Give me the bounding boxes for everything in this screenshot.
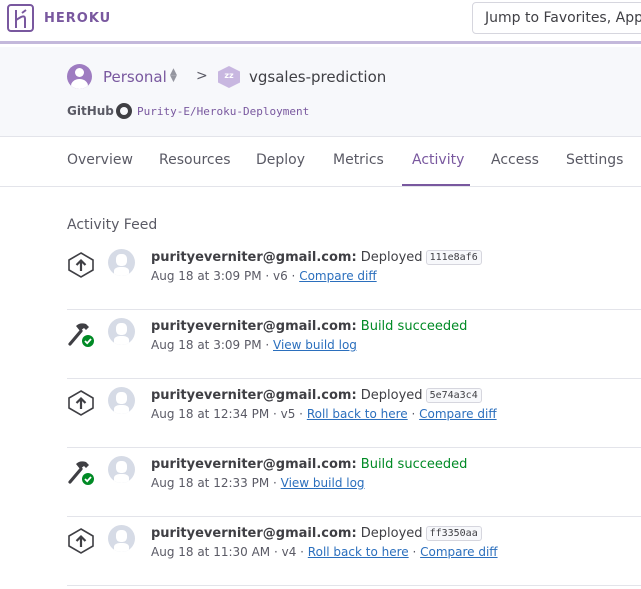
- activity-action: Deployed: [356, 388, 423, 403]
- account-avatar-icon: [67, 64, 92, 89]
- commit-hash[interactable]: ff3350aa: [425, 526, 482, 541]
- user-avatar-icon: [108, 525, 135, 552]
- activity-summary: purityeverniter@gmail.com: Deployed 111e8…: [151, 250, 482, 265]
- view-build-log-link[interactable]: View build log: [273, 338, 357, 352]
- app-tabs: Overview Resources Deploy Metrics Activi…: [0, 138, 641, 187]
- tab-metrics[interactable]: Metrics: [333, 152, 384, 168]
- roll-back-to-here-link[interactable]: Roll back to here: [307, 407, 408, 421]
- user-email: purityeverniter@gmail.com:: [151, 526, 357, 541]
- tab-overview[interactable]: Overview: [67, 152, 133, 168]
- user-email: purityeverniter@gmail.com:: [151, 319, 357, 334]
- activity-action: Deployed: [356, 250, 423, 265]
- meta-separator: ·: [408, 545, 421, 559]
- deploy-icon: [67, 389, 95, 417]
- activity-row: purityeverniter@gmail.com: Build succeed…: [67, 310, 641, 379]
- activity-action: Build succeeded: [356, 457, 468, 472]
- top-bar: HEROKU Jump to Favorites, Apps: [0, 0, 641, 44]
- activity-row: purityeverniter@gmail.com: Build succeed…: [67, 448, 641, 517]
- chevron-updown-icon[interactable]: ▲ ▼: [170, 68, 180, 84]
- activity-timestamp: Aug 18 at 12:34 PM · v5 ·: [151, 407, 307, 421]
- activity-row: purityeverniter@gmail.com: Deployed 111e8…: [67, 241, 641, 310]
- activity-timestamp: Aug 18 at 11:30 AM · v4 ·: [151, 545, 308, 559]
- compare-diff-link[interactable]: Compare diff: [420, 545, 497, 559]
- activity-feed-title: Activity Feed: [67, 217, 158, 233]
- commit-hash[interactable]: 5e74a3c4: [425, 388, 482, 403]
- app-name[interactable]: vgsales-prediction: [249, 68, 386, 86]
- activity-summary: purityeverniter@gmail.com: Build succeed…: [151, 457, 467, 472]
- activity-row: purityeverniter@gmail.com: Deployed 5e74a…: [67, 379, 641, 448]
- user-avatar-icon: [108, 456, 135, 483]
- user-email: purityeverniter@gmail.com:: [151, 250, 357, 265]
- app-header: Personal ▲ ▼ > zz vgsales-prediction GitH…: [0, 47, 641, 137]
- activity-meta: Aug 18 at 11:30 AM · v4 · Roll back to h…: [151, 545, 498, 559]
- activity-meta: Aug 18 at 12:34 PM · v5 · Roll back to h…: [151, 407, 497, 421]
- roll-back-to-here-link[interactable]: Roll back to here: [308, 545, 409, 559]
- activity-summary: purityeverniter@gmail.com: Deployed ff335…: [151, 526, 482, 541]
- meta-separator: ·: [407, 407, 420, 421]
- user-email: purityeverniter@gmail.com:: [151, 457, 357, 472]
- github-label: GitHub: [67, 104, 114, 118]
- tab-activity[interactable]: Activity: [412, 152, 464, 168]
- app-sleeping-icon: zz: [218, 66, 240, 88]
- commit-hash[interactable]: 111e8af6: [425, 250, 482, 265]
- deploy-icon: [67, 527, 95, 555]
- brand-name[interactable]: HEROKU: [44, 11, 111, 26]
- activity-action: Deployed: [356, 526, 423, 541]
- user-avatar-icon: [108, 387, 135, 414]
- jump-search-input[interactable]: Jump to Favorites, Apps: [472, 2, 641, 34]
- activity-summary: purityeverniter@gmail.com: Deployed 5e74a…: [151, 388, 482, 403]
- tab-access[interactable]: Access: [491, 152, 539, 168]
- build-success-icon: [67, 320, 95, 348]
- activity-meta: Aug 18 at 12:33 PM · View build log: [151, 476, 365, 490]
- active-tab-indicator: [402, 184, 470, 186]
- github-repo-link[interactable]: Purity-E/Heroku-Deployment: [137, 105, 309, 118]
- activity-summary: purityeverniter@gmail.com: Build succeed…: [151, 319, 467, 334]
- github-icon: [116, 103, 132, 119]
- tab-settings[interactable]: Settings: [566, 152, 623, 168]
- breadcrumb-separator: >: [196, 68, 208, 84]
- user-email: purityeverniter@gmail.com:: [151, 388, 357, 403]
- activity-timestamp: Aug 18 at 3:09 PM · v6 ·: [151, 269, 300, 283]
- user-avatar-icon: [108, 318, 135, 345]
- activity-timestamp: Aug 18 at 3:09 PM ·: [151, 338, 273, 352]
- build-success-icon: [67, 458, 95, 486]
- heroku-logo-icon[interactable]: [7, 4, 34, 32]
- view-build-log-link[interactable]: View build log: [281, 476, 365, 490]
- tab-deploy[interactable]: Deploy: [256, 152, 305, 168]
- user-avatar-icon: [108, 249, 135, 276]
- activity-meta: Aug 18 at 3:09 PM · View build log: [151, 338, 357, 352]
- activity-meta: Aug 18 at 3:09 PM · v6 · Compare diff: [151, 269, 377, 283]
- activity-timestamp: Aug 18 at 12:33 PM ·: [151, 476, 281, 490]
- activity-row: purityeverniter@gmail.com: Deployed ff335…: [67, 517, 641, 586]
- account-switcher[interactable]: Personal: [103, 68, 167, 86]
- compare-diff-link[interactable]: Compare diff: [419, 407, 496, 421]
- tab-resources[interactable]: Resources: [159, 152, 231, 168]
- compare-diff-link[interactable]: Compare diff: [299, 269, 376, 283]
- activity-action: Build succeeded: [356, 319, 468, 334]
- deploy-icon: [67, 251, 95, 279]
